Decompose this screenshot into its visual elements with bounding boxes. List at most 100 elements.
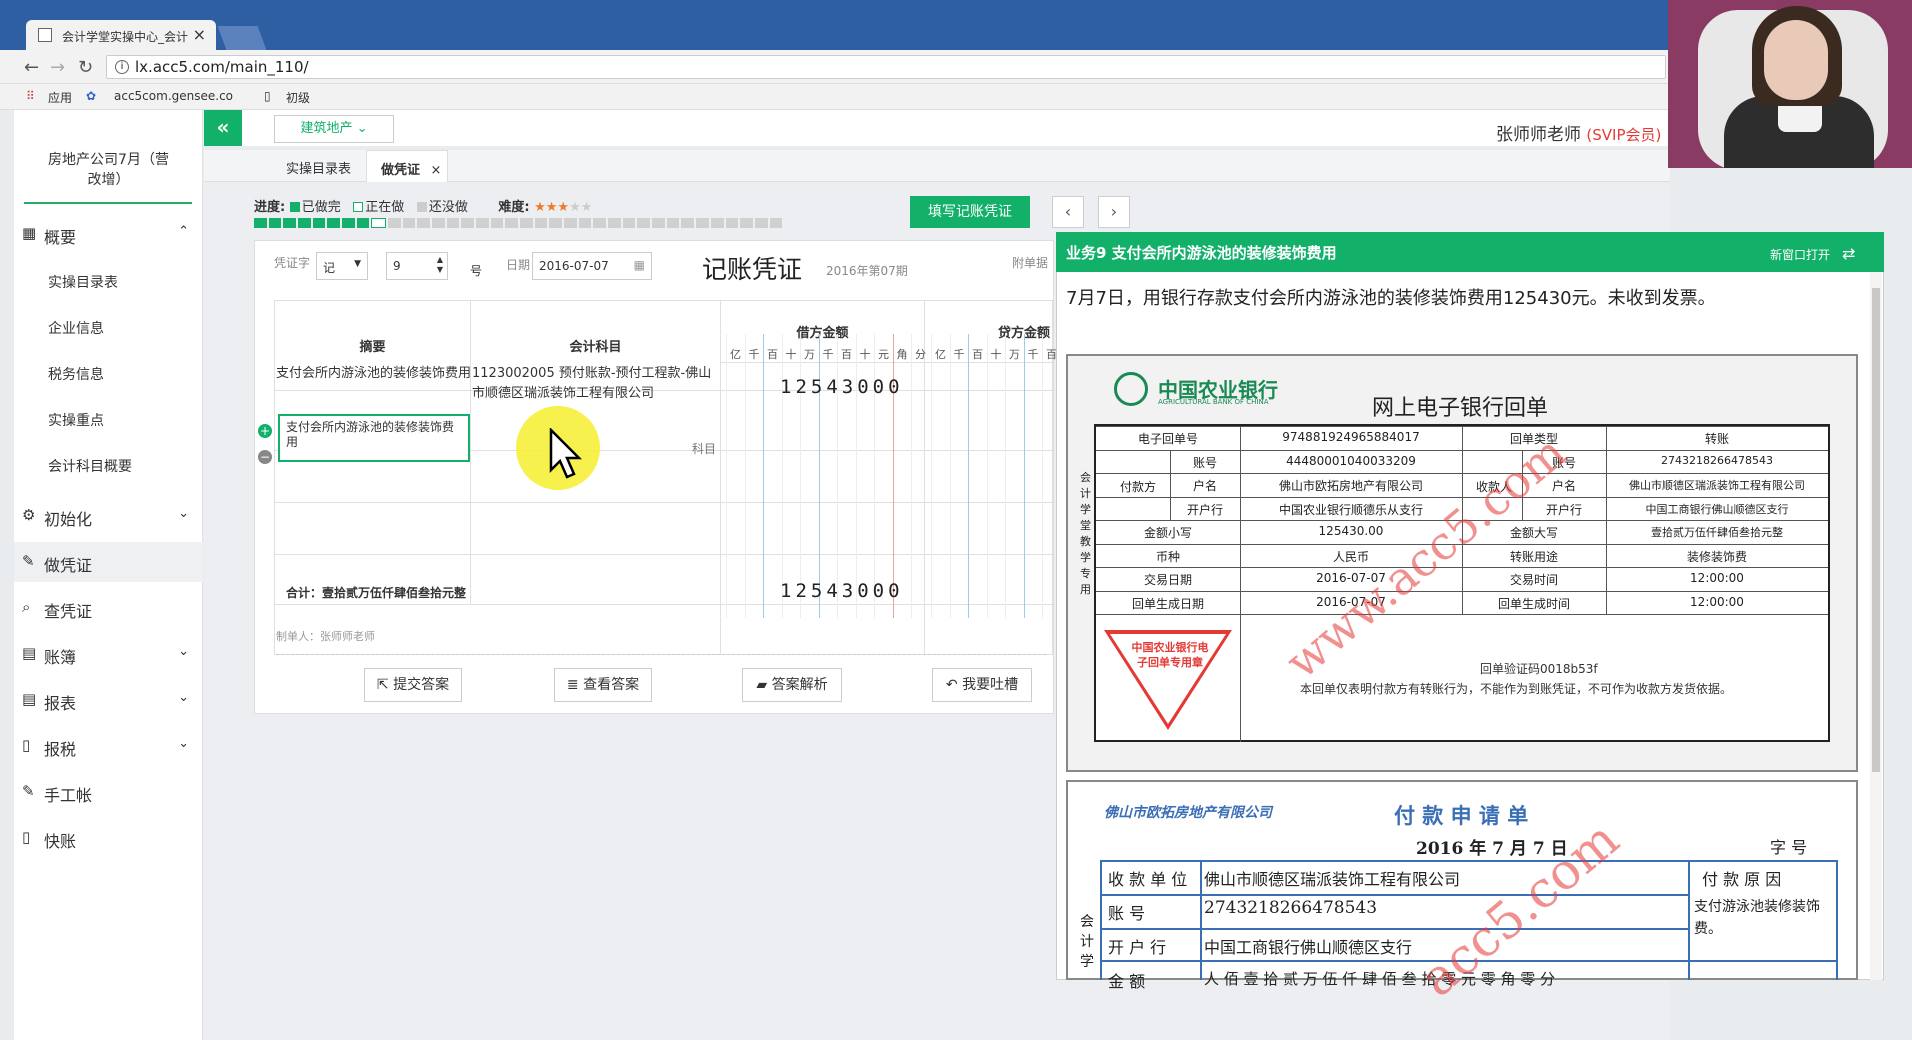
progress-segment[interactable] <box>490 218 504 228</box>
sidebar-item-make-voucher[interactable]: ✎ 做凭证 <box>14 542 203 582</box>
back-icon[interactable]: ← <box>24 57 39 78</box>
debit-cell[interactable] <box>720 390 925 451</box>
date-input[interactable]: 2016-07-07 ▦ <box>532 252 652 280</box>
progress-segment[interactable] <box>432 218 445 228</box>
bookmark-gensee[interactable]: acc5com.gensee.co <box>114 89 233 103</box>
bookmark-junior[interactable]: 初级 <box>286 89 310 106</box>
progress-segment[interactable] <box>520 218 533 228</box>
sidebar-item-overview[interactable]: ▦ 概要 ⌃ <box>14 214 203 254</box>
row1-debit-amount[interactable]: 12543000 <box>780 376 904 398</box>
sidebar-sub-company-info[interactable]: 企业信息 <box>48 318 104 338</box>
account-placeholder[interactable]: 科目 <box>692 440 716 457</box>
sidebar-item-search-voucher[interactable]: ⌕ 查凭证 <box>14 588 203 628</box>
sidebar-item-manual[interactable]: ✎ 手工帐 <box>14 772 203 812</box>
account-cell[interactable] <box>470 502 721 555</box>
category-dropdown[interactable]: 建筑地产 ⌄ <box>274 115 394 143</box>
voucher-word-select[interactable]: 记 ▼ <box>316 252 368 280</box>
browser-tab[interactable]: 会计学堂实操中心_会计 × <box>26 20 216 50</box>
sidebar-sub-key-points[interactable]: 实操重点 <box>48 410 104 430</box>
close-icon[interactable]: × <box>431 163 442 178</box>
progress-segment[interactable] <box>356 218 370 228</box>
submit-answer-button[interactable]: ⇱ 提交答案 <box>364 668 462 702</box>
summary-cell[interactable] <box>274 502 471 555</box>
feedback-button[interactable]: ↶ 我要吐槽 <box>932 668 1032 702</box>
sidebar-sub-tax-info[interactable]: 税务信息 <box>48 364 104 384</box>
progress-segment[interactable] <box>342 218 355 228</box>
row1-account[interactable]: 1123002005 预付账款-预付工程款-佛山市顺德区瑞派装饰工程有限公司 <box>472 364 718 404</box>
debit-cell[interactable] <box>720 502 925 555</box>
user-info[interactable]: 张师师老师 (SVIP会员) <box>1496 120 1661 145</box>
remove-row-icon[interactable]: − <box>258 450 272 464</box>
progress-segment[interactable] <box>666 218 680 228</box>
apps-icon[interactable]: ⠿ <box>26 89 35 103</box>
progress-segment[interactable] <box>564 218 577 228</box>
forward-icon[interactable]: → <box>50 57 65 78</box>
progress-segment[interactable] <box>417 218 431 228</box>
view-answer-button[interactable]: ≣ 查看答案 <box>554 668 652 702</box>
prev-button[interactable]: ‹ <box>1052 196 1084 228</box>
progress-segment[interactable] <box>327 218 341 228</box>
progress-segment[interactable] <box>461 218 475 228</box>
sidebar-sub-catalog[interactable]: 实操目录表 <box>48 272 118 292</box>
sidebar-item-reports[interactable]: ▤ 报表 ⌄ <box>14 680 203 720</box>
progress-segment[interactable] <box>268 218 282 228</box>
progress-segment[interactable] <box>652 218 665 228</box>
credit-cell[interactable] <box>924 502 1053 555</box>
scrollbar-thumb[interactable] <box>1872 288 1880 772</box>
sidebar-item-init[interactable]: ⚙ 初始化 ⌄ <box>14 496 203 536</box>
reload-icon[interactable]: ↻ <box>78 57 93 78</box>
summary-input[interactable]: 支付会所内游泳池的装修装饰费用 <box>278 414 470 462</box>
progress-segment[interactable] <box>578 218 592 228</box>
next-button[interactable]: › <box>1098 196 1130 228</box>
tab-close-icon[interactable]: × <box>193 25 206 44</box>
calendar-icon[interactable]: ▦ <box>634 258 645 272</box>
info-icon[interactable]: i <box>115 60 129 74</box>
progress-segment[interactable] <box>681 218 695 228</box>
progress-segment[interactable] <box>254 218 267 228</box>
voucher-number-input[interactable]: 9 ▲ ▼ <box>386 252 448 280</box>
progress-segment[interactable] <box>312 218 326 228</box>
add-row-icon[interactable]: + <box>258 424 272 438</box>
sidebar-sub-accounts[interactable]: 会计科目概要 <box>48 456 132 476</box>
progress-segment[interactable] <box>388 218 401 228</box>
scrollbar[interactable] <box>1870 272 1882 980</box>
new-tab-button[interactable] <box>217 26 267 50</box>
debit-cell[interactable] <box>720 450 925 503</box>
fill-voucher-button[interactable]: 填写记账凭证 <box>910 196 1030 228</box>
progress-segment[interactable] <box>476 218 489 228</box>
row1-summary[interactable]: 支付会所内游泳池的装修装饰费用 <box>276 364 472 384</box>
address-bar[interactable]: i lx.acc5.com/main_110/ <box>106 55 1666 79</box>
progress-segment[interactable] <box>298 218 311 228</box>
account-cell[interactable] <box>470 554 721 605</box>
stepper-icon[interactable]: ▲ ▼ <box>437 255 443 275</box>
progress-segment[interactable] <box>549 218 563 228</box>
tab-catalog[interactable]: 实操目录表 <box>286 150 351 182</box>
progress-segment[interactable] <box>593 218 607 228</box>
credit-cell[interactable] <box>924 390 1053 451</box>
collapse-sidebar-button[interactable]: « <box>204 110 242 146</box>
open-new-window-link[interactable]: 新窗口打开 ⇄ <box>1770 244 1855 263</box>
credit-cell[interactable] <box>924 554 1053 605</box>
progress-segment[interactable] <box>608 218 621 228</box>
progress-segment[interactable] <box>740 218 753 228</box>
progress-segment[interactable] <box>402 218 416 228</box>
sidebar-item-ledger[interactable]: ▤ 账簿 ⌄ <box>14 634 203 674</box>
answer-analysis-button[interactable]: ▰ 答案解析 <box>742 668 842 702</box>
progress-segment[interactable] <box>710 218 724 228</box>
bookmark-apps[interactable]: 应用 <box>48 89 72 106</box>
progress-segment[interactable] <box>754 218 768 228</box>
tab-make-voucher[interactable]: 做凭证 × <box>366 150 448 182</box>
progress-segment[interactable] <box>446 218 460 228</box>
progress-segment[interactable] <box>371 218 387 228</box>
sidebar-item-quick[interactable]: ▯ 快账 <box>14 818 203 858</box>
sidebar-item-tax[interactable]: ▯ 报税 ⌄ <box>14 726 203 766</box>
progress-segment[interactable] <box>769 218 783 228</box>
progress-segment[interactable] <box>622 218 636 228</box>
progress-segment[interactable] <box>696 218 709 228</box>
progress-segment[interactable] <box>534 218 548 228</box>
progress-segment[interactable] <box>637 218 651 228</box>
credit-cell[interactable] <box>924 450 1053 503</box>
progress-segment[interactable] <box>505 218 519 228</box>
progress-segment[interactable] <box>725 218 739 228</box>
progress-segment[interactable] <box>283 218 297 228</box>
